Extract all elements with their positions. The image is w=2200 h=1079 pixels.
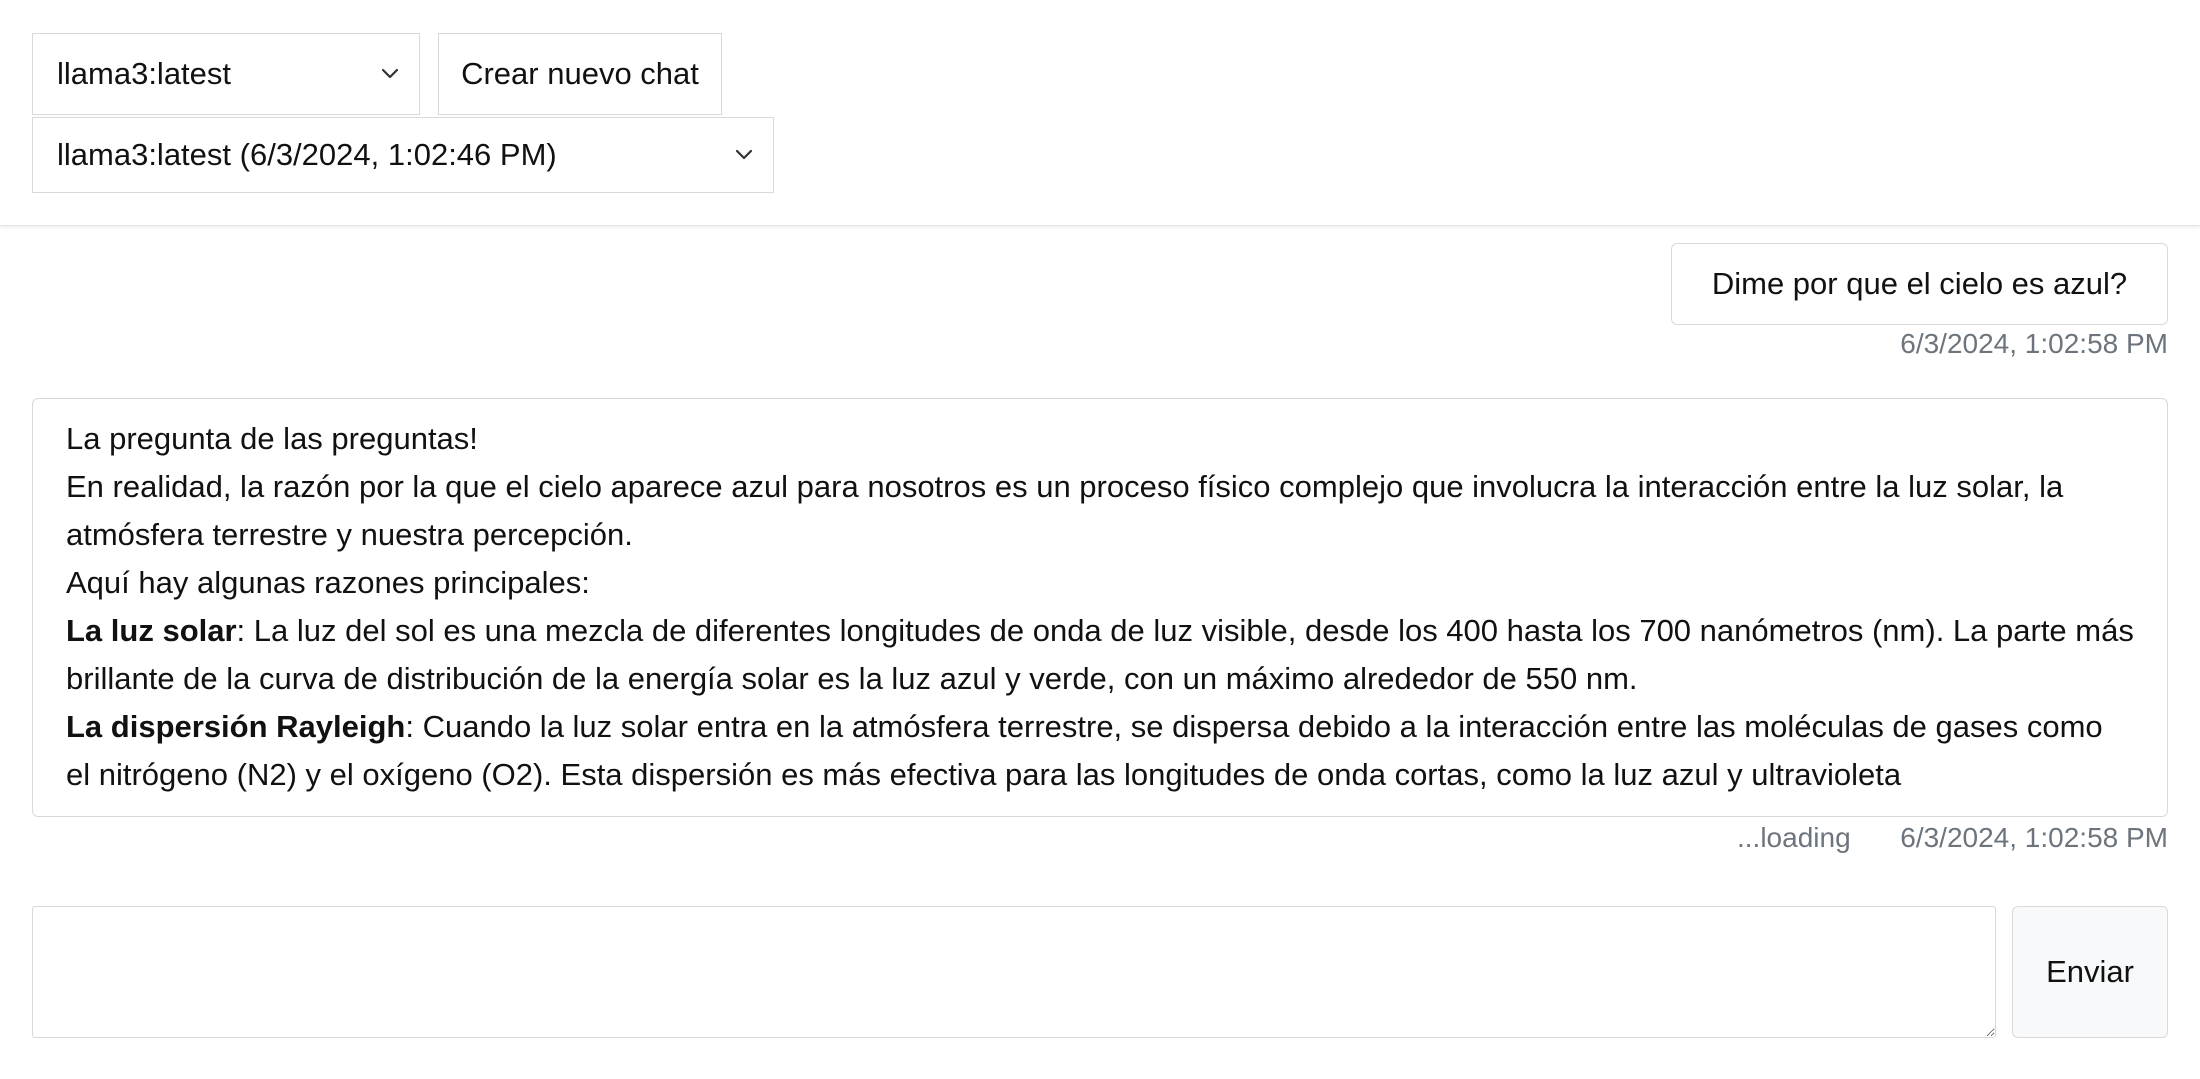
loading-indicator: ...loading — [1737, 822, 1851, 853]
user-message: Dime por que el cielo es azul? — [1671, 243, 2168, 325]
assistant-line: La pregunta de las preguntas! — [66, 421, 478, 456]
assistant-line: En realidad, la razón por la que el ciel… — [66, 469, 2064, 552]
new-chat-button[interactable]: Crear nuevo chat — [438, 33, 722, 115]
assistant-point: La dispersión Rayleigh: Cuando la luz so… — [66, 703, 2135, 799]
user-message-text: Dime por que el cielo es azul? — [1711, 266, 2128, 301]
assistant-message-timestamp: 6/3/2024, 1:02:58 PM — [1900, 822, 2168, 853]
model-select[interactable]: llama3:latest — [32, 33, 420, 115]
point-text: : La luz del sol es una mezcla de difere… — [66, 613, 2134, 696]
chevron-down-icon — [381, 34, 399, 114]
message-input[interactable] — [32, 906, 1996, 1038]
chat-history-select-value: llama3:latest (6/3/2024, 1:02:46 PM) — [57, 137, 557, 172]
chat-history-select[interactable]: llama3:latest (6/3/2024, 1:02:46 PM) — [32, 117, 774, 193]
assistant-message: La pregunta de las preguntas! En realida… — [32, 398, 2168, 817]
user-message-timestamp: 6/3/2024, 1:02:58 PM — [1900, 328, 2168, 359]
send-button[interactable]: Enviar — [2012, 906, 2168, 1038]
assistant-line: Aquí hay algunas razones principales: — [66, 565, 590, 600]
point-title: La luz solar — [66, 613, 237, 648]
assistant-point: La luz solar: La luz del sol es una mezc… — [66, 607, 2135, 703]
model-select-value: llama3:latest — [57, 56, 232, 91]
chevron-down-icon — [735, 118, 753, 192]
point-title: La dispersión Rayleigh — [66, 709, 406, 744]
top-bar: llama3:latest Crear nuevo chat llama3:la… — [0, 0, 2200, 226]
